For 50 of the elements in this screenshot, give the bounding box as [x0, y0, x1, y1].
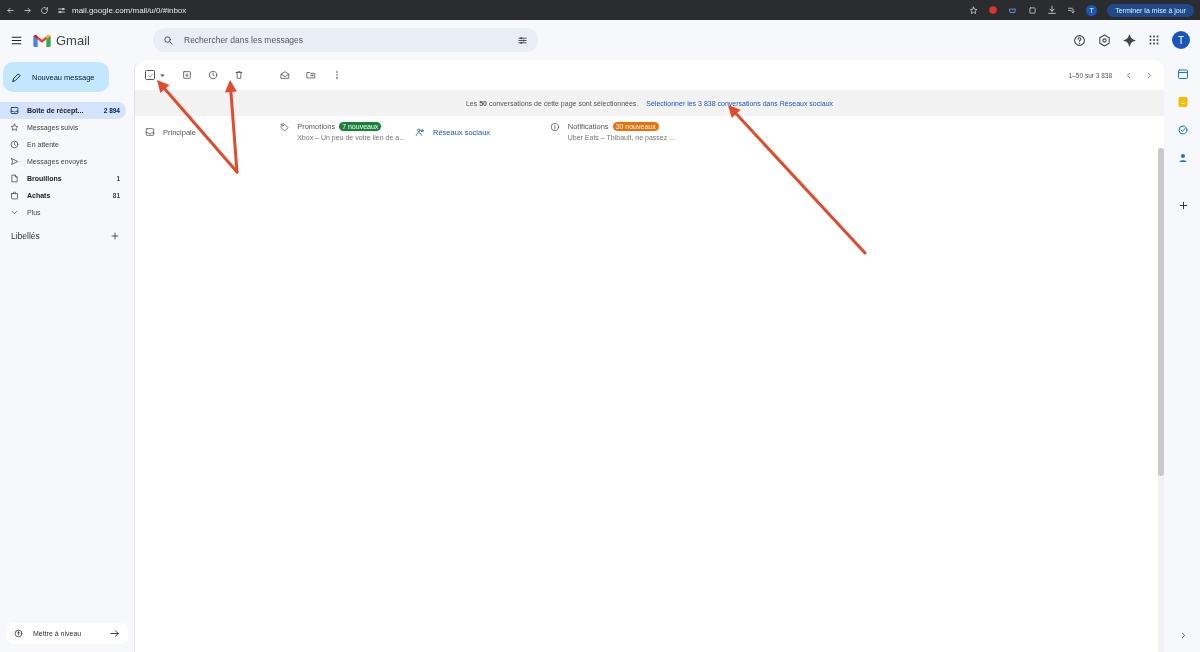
site-settings-icon[interactable]: [57, 5, 66, 15]
caret-icon[interactable]: [159, 71, 166, 79]
inbox-icon: [10, 106, 19, 115]
clock-icon: [10, 140, 19, 149]
arrow-right-icon: [109, 628, 120, 639]
extension-icon[interactable]: [1028, 5, 1038, 15]
chevron-left-icon[interactable]: [1124, 70, 1133, 80]
chevron-down-icon: [10, 208, 19, 217]
star-icon: [10, 123, 19, 132]
mail-logo-icon: [33, 33, 51, 47]
document-icon: [10, 174, 19, 183]
sparkle-icon[interactable]: [1123, 33, 1136, 47]
apps-grid-icon[interactable]: [1148, 34, 1160, 46]
reload-icon[interactable]: [40, 5, 49, 15]
filter-icon[interactable]: [517, 34, 528, 46]
folder-icon[interactable]: [306, 70, 316, 80]
back-icon[interactable]: [6, 5, 15, 15]
help-icon[interactable]: [1073, 33, 1086, 47]
select-all-checkbox[interactable]: [145, 70, 155, 80]
chevron-right-icon[interactable]: [1145, 70, 1154, 80]
scrollbar[interactable]: [1158, 148, 1164, 652]
tasks-icon[interactable]: [1177, 124, 1189, 136]
upgrade-icon: [14, 629, 23, 638]
extension-icon[interactable]: [1067, 5, 1077, 15]
tag-icon: [280, 122, 290, 132]
forward-icon[interactable]: [23, 5, 32, 15]
labels-heading: Libellés: [11, 231, 40, 241]
contact-icon[interactable]: [1177, 152, 1189, 164]
calendar-icon[interactable]: [1177, 68, 1189, 80]
envelope-open-icon[interactable]: [280, 70, 290, 80]
app-name: Gmail: [56, 32, 90, 48]
clock-icon[interactable]: [208, 70, 218, 80]
search-bar[interactable]: Rechercher dans les messages: [153, 28, 538, 52]
check-icon: [146, 71, 154, 79]
inbox-icon: [145, 127, 155, 137]
archive-icon[interactable]: [182, 70, 192, 80]
account-avatar[interactable]: T: [1172, 31, 1190, 49]
bookmark-star-icon[interactable]: [969, 5, 979, 15]
pencil-icon: [11, 71, 22, 83]
address-bar[interactable]: mail.google.com/mail/u/0/#inbox: [72, 5, 187, 15]
info-icon: [550, 122, 560, 132]
extension-icon[interactable]: [988, 5, 999, 15]
settings-icon[interactable]: [1098, 33, 1111, 47]
search-field[interactable]: Rechercher dans les messages: [182, 34, 509, 46]
bag-icon: [10, 191, 19, 200]
plus-icon[interactable]: [1177, 200, 1189, 211]
download-icon[interactable]: [1047, 5, 1058, 15]
search-icon: [163, 34, 174, 46]
send-icon: [10, 157, 19, 166]
trash-icon[interactable]: [234, 70, 244, 80]
